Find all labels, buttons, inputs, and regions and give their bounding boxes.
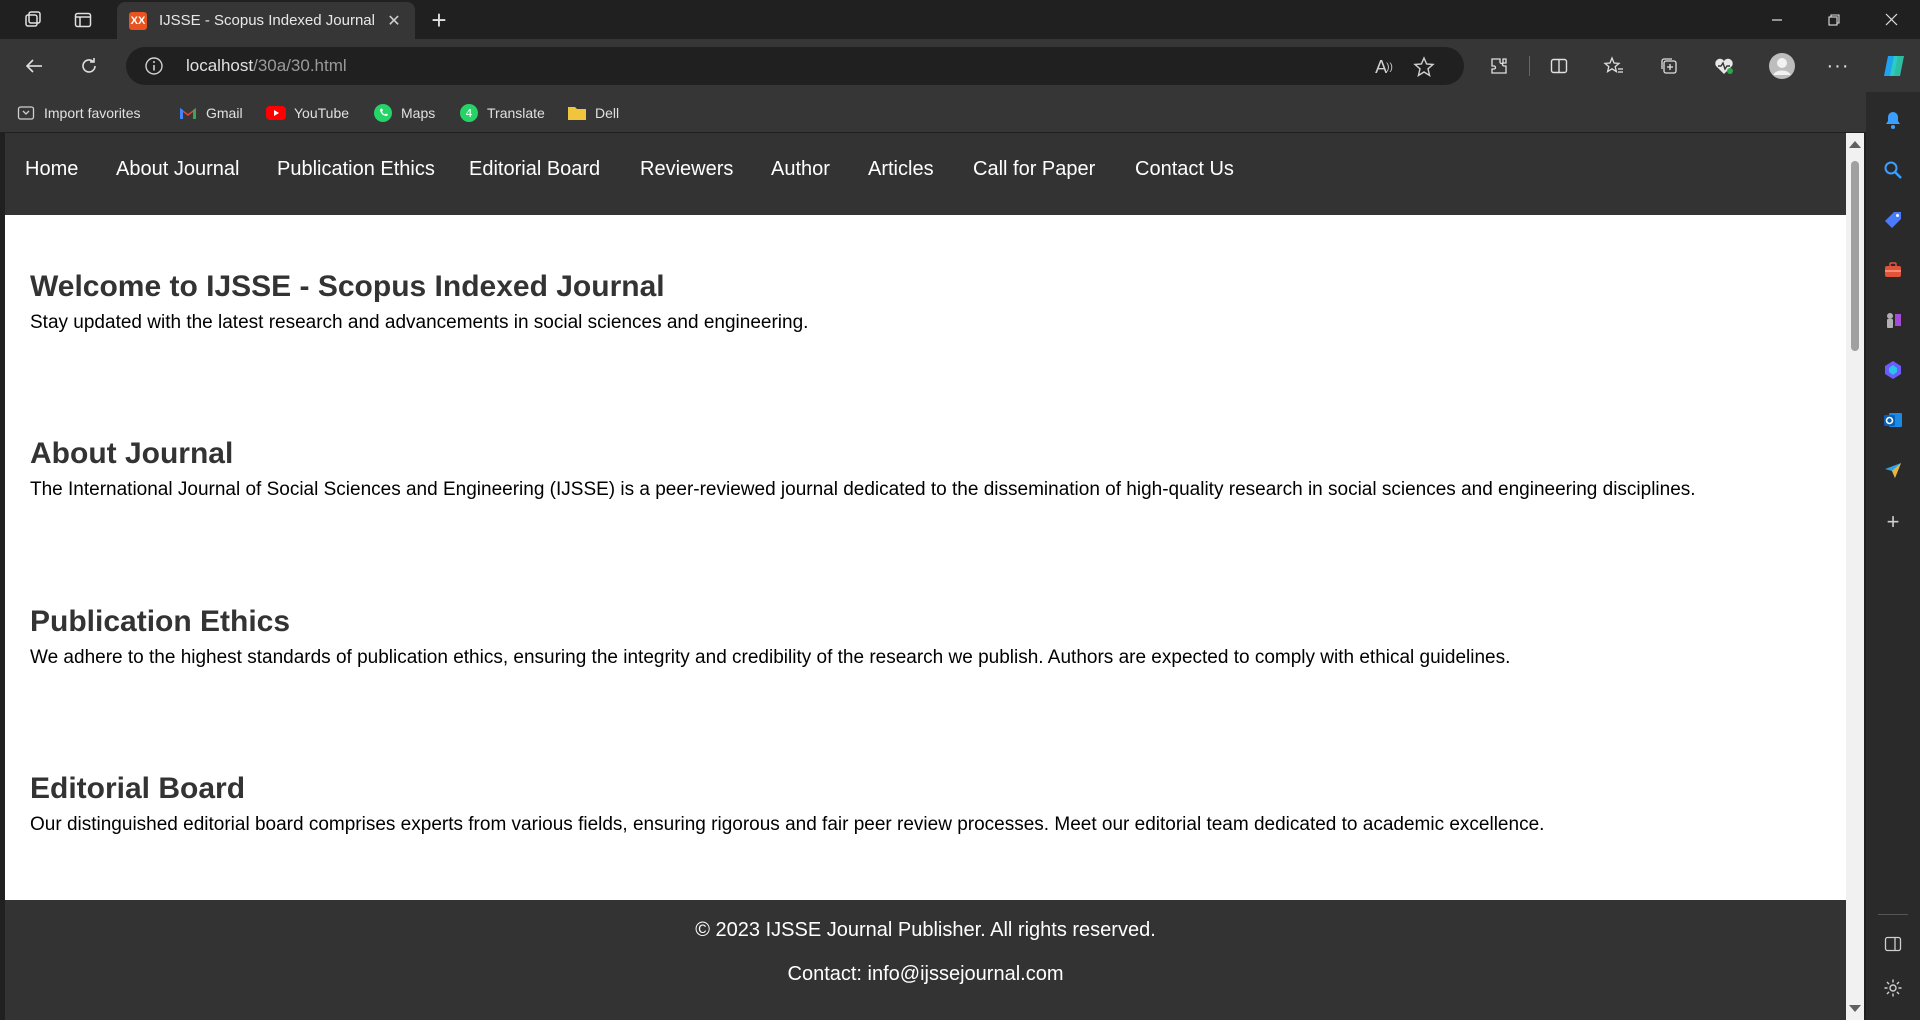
fav-maps[interactable]: Maps [373,101,435,125]
edge-sidebar: + [1866,92,1920,1020]
favorites-bar: Import favorites Gmail YouTube Maps 4 Tr… [0,92,1920,132]
section-about-journal: About Journal The International Journal … [30,437,1830,501]
hide-sidebar-icon[interactable] [1881,932,1905,956]
search-icon[interactable] [1881,158,1905,182]
svg-text:4: 4 [466,107,473,120]
tab-title: IJSSE - Scopus Indexed Journal [159,12,375,29]
fav-translate[interactable]: 4 Translate [459,101,545,125]
nav-publication-ethics[interactable]: Publication Ethics [277,158,435,181]
tab-favicon-icon: XX [129,11,147,30]
fav-label: Import favorites [44,105,141,121]
scroll-up-arrow-icon[interactable] [1849,141,1861,148]
whatsapp-icon [373,103,393,123]
active-tab[interactable]: XX IJSSE - Scopus Indexed Journal ✕ [117,2,415,39]
copilot-icon[interactable] [1876,48,1912,84]
nav-home[interactable]: Home [25,158,78,181]
sidebar-divider [1878,914,1908,915]
fav-label: Dell [595,105,620,121]
address-bar[interactable]: localhost/30a/30.html A)) [126,47,1464,85]
section-welcome: Welcome to IJSSE - Scopus Indexed Journa… [30,270,1830,334]
fav-label: Gmail [206,105,243,121]
nav-articles[interactable]: Articles [868,158,934,181]
section-heading: About Journal [30,437,234,470]
url-text[interactable]: localhost/30a/30.html [186,56,347,76]
fav-label: Maps [401,105,436,121]
gmail-icon [178,103,198,123]
fav-youtube[interactable]: YouTube [266,101,349,125]
more-options-icon[interactable]: ··· [1820,48,1856,84]
fav-label: YouTube [294,105,350,121]
read-aloud-icon[interactable]: A)) [1372,55,1396,79]
minimize-button[interactable] [1748,0,1806,39]
microsoft-365-icon[interactable] [1881,358,1905,382]
fav-gmail[interactable]: Gmail [178,101,243,125]
favorite-star-icon[interactable] [1412,55,1436,79]
url-host: localhost [186,56,254,75]
nav-about-journal[interactable]: About Journal [116,158,239,181]
extensions-icon[interactable] [1481,48,1517,84]
section-editorial-board: Editorial Board Our distinguished editor… [30,772,1830,836]
section-heading: Publication Ethics [30,605,291,638]
tab-close-icon[interactable]: ✕ [381,8,407,34]
split-screen-icon[interactable] [1541,48,1577,84]
fav-label: Translate [487,105,545,121]
tools-briefcase-icon[interactable] [1881,258,1905,282]
url-path: /30a/30.html [253,56,347,75]
nav-contact-us[interactable]: Contact Us [1135,158,1234,181]
new-tab-button[interactable]: + [423,4,455,36]
footer-copyright: © 2023 IJSSE Journal Publisher. All righ… [695,919,1156,941]
close-window-button[interactable] [1862,0,1920,39]
profile-avatar[interactable] [1764,48,1800,84]
site-info-icon[interactable] [144,56,164,76]
notifications-icon[interactable] [1881,108,1905,132]
nav-editorial-board[interactable]: Editorial Board [469,158,600,181]
toolbar-divider [1529,56,1530,76]
workspaces-icon[interactable] [14,4,52,36]
section-publication-ethics: Publication Ethics We adhere to the high… [30,605,1830,669]
section-heading: Editorial Board [30,772,246,805]
tab-actions-icon[interactable] [64,4,102,36]
nav-call-for-paper[interactable]: Call for Paper [973,158,1095,181]
section-heading: Welcome to IJSSE - Scopus Indexed Journa… [30,270,665,303]
whatsapp-icon: 4 [459,103,479,123]
scrollbar-thumb[interactable] [1851,161,1859,351]
nav-author[interactable]: Author [771,158,830,181]
back-button[interactable] [16,48,52,84]
page-scrollbar[interactable] [1846,133,1864,1020]
section-text: We adhere to the highest standards of pu… [30,647,1511,668]
page-viewport: Home About Journal Publication Ethics Ed… [5,133,1846,1020]
favorites-icon[interactable] [1596,48,1632,84]
settings-gear-icon[interactable] [1881,976,1905,1000]
scroll-down-arrow-icon[interactable] [1849,1005,1861,1012]
send-icon[interactable] [1881,458,1905,482]
browser-essentials-icon[interactable] [1706,48,1742,84]
footer-contact: Contact: info@ijssejournal.com [787,963,1064,985]
browser-toolbar: localhost/30a/30.html A)) ··· [0,39,1920,92]
section-text: Stay updated with the latest research an… [30,312,809,333]
outlook-icon[interactable] [1881,408,1905,432]
section-text: Our distinguished editorial board compri… [30,814,1545,835]
fav-dell[interactable]: Dell [567,101,619,125]
tab-strip: XX IJSSE - Scopus Indexed Journal ✕ + [0,0,1920,39]
youtube-icon [266,103,286,123]
refresh-button[interactable] [71,48,107,84]
import-icon [16,103,36,123]
shopping-tag-icon[interactable] [1881,208,1905,232]
site-nav-bar: Home About Journal Publication Ethics Ed… [5,133,1846,215]
fav-import-favorites[interactable]: Import favorites [16,101,140,125]
nav-reviewers[interactable]: Reviewers [640,158,733,181]
site-footer: © 2023 IJSSE Journal Publisher. All righ… [5,900,1846,1020]
games-icon[interactable] [1881,308,1905,332]
folder-icon [567,103,587,123]
add-sidebar-app-icon[interactable]: + [1881,509,1905,534]
restore-button[interactable] [1805,0,1863,39]
section-text: The International Journal of Social Scie… [30,479,1696,500]
collections-icon[interactable] [1651,48,1687,84]
